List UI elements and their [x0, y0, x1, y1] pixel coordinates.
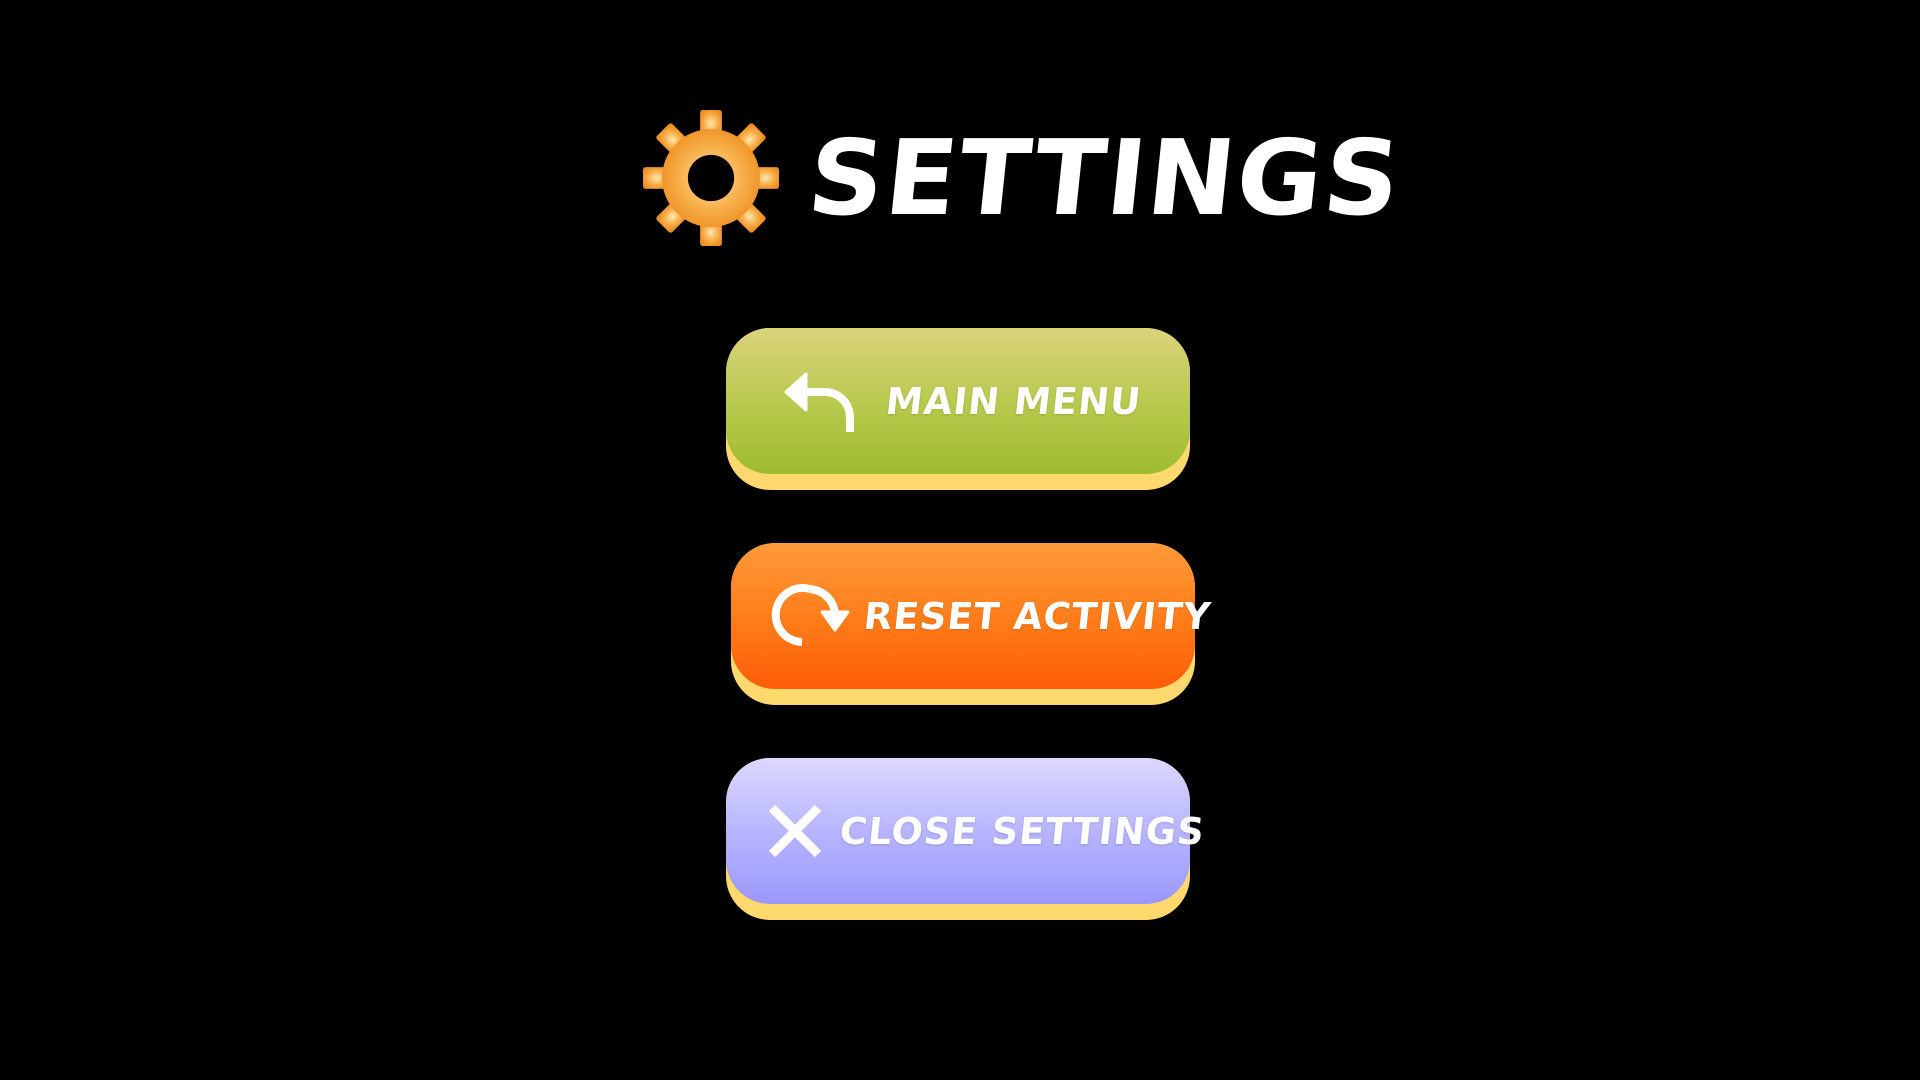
close-settings-label: CLOSE SETTINGS: [837, 809, 1207, 853]
close-settings-button[interactable]: CLOSE SETTINGS: [726, 758, 1207, 920]
reset-activity-label: RESET ACTIVITY: [861, 594, 1214, 638]
close-icon: [768, 804, 822, 858]
reset-activity-button[interactable]: RESET ACTIVITY: [731, 543, 1213, 705]
button-face[interactable]: RESET ACTIVITY: [731, 543, 1213, 689]
gear-icon: [643, 110, 779, 246]
page-title: SETTINGS: [802, 117, 1408, 239]
button-face[interactable]: MAIN MENU: [726, 328, 1190, 474]
main-menu-label: MAIN MENU: [883, 379, 1144, 423]
button-face[interactable]: CLOSE SETTINGS: [726, 758, 1207, 904]
undo-arrow-icon: [784, 372, 854, 432]
settings-header: SETTINGS: [643, 110, 1408, 246]
reload-icon: [771, 584, 850, 646]
main-menu-button[interactable]: MAIN MENU: [726, 328, 1190, 490]
